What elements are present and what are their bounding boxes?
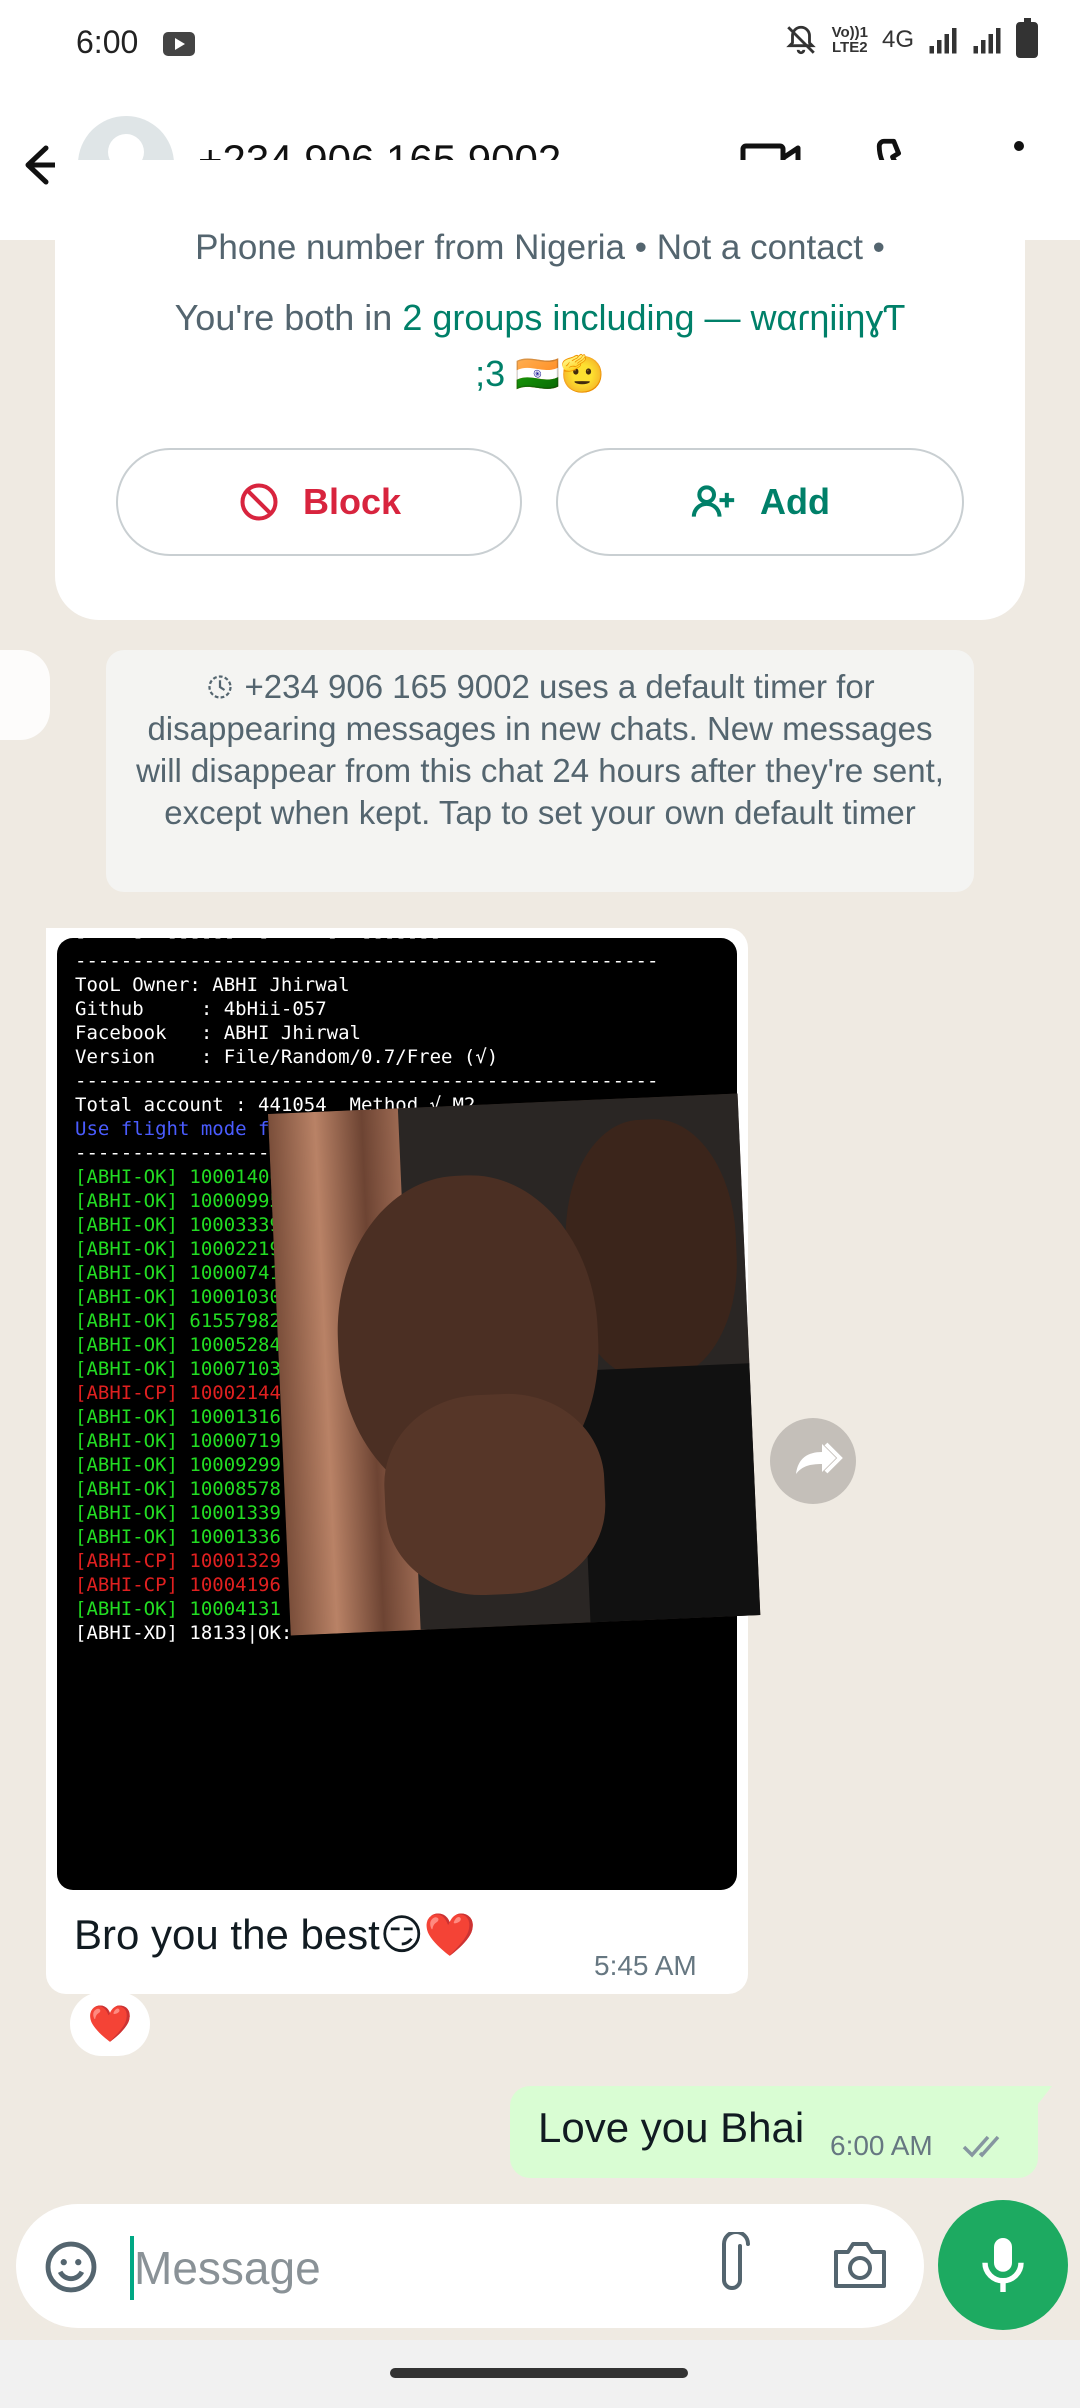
attach-icon[interactable] <box>710 2232 754 2298</box>
terminal-line: Github : 4bHii-057 <box>75 998 327 1020</box>
terminal-line: [ABHI-CP] 10004196 <box>75 1574 281 1596</box>
terminal-line: - - ------ - - ------- <box>75 938 441 949</box>
terminal-line: [ABHI-OK] 10005284 <box>75 1334 281 1356</box>
disappearing-messages-notice[interactable]: +234 906 165 9002 uses a default timer f… <box>106 650 974 892</box>
heart-reaction[interactable]: ❤️ <box>70 1992 150 2056</box>
notice-text: +234 906 165 9002 uses a default timer f… <box>136 668 944 831</box>
microphone-button[interactable] <box>938 2200 1068 2330</box>
terminal-line: [ABHI-OK] 10003339 <box>75 1214 281 1236</box>
shirt-shape <box>579 1363 761 1631</box>
terminal-line: Facebook : ABHI Jhirwal <box>75 1022 361 1044</box>
terminal-line: [ABHI-OK] 10000719 <box>75 1430 281 1452</box>
lte-indicator: Vo))1 LTE2 <box>832 25 868 55</box>
block-button-label: Block <box>302 481 402 522</box>
add-person-icon <box>691 485 735 517</box>
double-check-icon <box>962 2135 1000 2158</box>
hand-shape <box>380 1389 610 1600</box>
terminal-line: [ABHI-OK] 10000995 <box>75 1190 281 1212</box>
signal-strength-icon-2 <box>973 28 1001 54</box>
terminal-line: [ABHI-OK] 10007103 <box>75 1358 281 1380</box>
terminal-line: [ABHI-OK] 10009299 <box>75 1454 281 1476</box>
terminal-line: [ABHI-CP] 10002144 <box>75 1382 281 1404</box>
terminal-line: ----------------------------------------… <box>75 1070 659 1092</box>
common-groups-text: You're both in 2 groups including — wαɾη… <box>80 290 1000 402</box>
terminal-line: [ABHI-OK] 10001336 <box>75 1526 281 1548</box>
common-groups-link[interactable]: 2 groups including — wαɾηiiηɣƬ <box>402 297 905 338</box>
terminal-line: [ABHI-CP] 10001329 <box>75 1550 281 1572</box>
terminal-line: [ABHI-OK] 10001406 <box>75 1166 281 1188</box>
signal-strength-icon <box>929 28 957 54</box>
youtube-notification-icon <box>163 32 195 56</box>
home-gesture-handle[interactable] <box>390 2368 688 2378</box>
block-button[interactable]: Block <box>116 448 522 556</box>
outgoing-timestamp: 6:00 AM <box>830 2130 933 2161</box>
camera-icon[interactable] <box>830 2238 890 2292</box>
message-input[interactable] <box>134 2236 674 2300</box>
add-button-label: Add <box>760 481 830 522</box>
side-sticker-preview <box>0 650 50 740</box>
disappearing-timer-icon <box>208 675 232 699</box>
terminal-line: Version : File/Random/0.7/Free (√) <box>75 1046 499 1068</box>
block-icon <box>240 483 278 521</box>
terminal-line: [ABHI-XD] 18133|OK: <box>75 1622 293 1644</box>
status-icons: Vo))1 LTE2 4G <box>784 18 1038 58</box>
status-time: 6:00 <box>76 24 139 60</box>
microphone-icon <box>982 2238 1024 2292</box>
add-contact-button[interactable]: Add <box>556 448 964 556</box>
reaction-emoji: ❤️ <box>87 2003 133 2044</box>
terminal-line: [ABHI-OK] 10008578 <box>75 1478 281 1500</box>
outgoing-message-text: Love you Bhai <box>538 2104 805 2151</box>
incoming-timestamp: 5:45 AM <box>594 1950 697 1981</box>
mute-notifications-icon <box>785 25 816 55</box>
forward-icon <box>796 1442 843 1474</box>
terminal-line: [ABHI-OK] 10004131 <box>75 1598 281 1620</box>
terminal-line: [ABHI-OK] 10001339 <box>75 1502 281 1524</box>
battery-icon <box>1016 18 1038 58</box>
terminal-line: [ABHI-OK] 10001030 <box>75 1286 281 1308</box>
terminal-line: [ABHI-OK] 10002219 <box>75 1238 281 1260</box>
terminal-line: [ABHI-OK] 10000741 <box>75 1262 281 1284</box>
emoji-icon[interactable] <box>42 2238 100 2296</box>
common-groups-prefix: You're both in <box>174 297 403 338</box>
message-caption: Bro you the best😏❤️ <box>74 1911 476 1958</box>
common-groups-suffix[interactable]: ;3 🇮🇳🫡 <box>475 353 605 394</box>
forward-button[interactable] <box>770 1418 856 1504</box>
terminal-line: ----------------------------------------… <box>75 950 659 972</box>
selfie-overlay-image <box>268 1093 761 1636</box>
lte-bottom-text: LTE2 <box>832 39 868 56</box>
terminal-line: [ABHI-OK] 10001316 <box>75 1406 281 1428</box>
terminal-line: TooL Owner: ABHI Jhirwal <box>75 974 350 996</box>
terminal-line: [ABHI-OK] 61557982 <box>75 1310 281 1332</box>
contact-origin-text: Phone number from Nigeria • Not a contac… <box>195 228 885 267</box>
lte-top-text: Vo))1 <box>831 24 868 41</box>
network-type: 4G <box>881 26 914 53</box>
